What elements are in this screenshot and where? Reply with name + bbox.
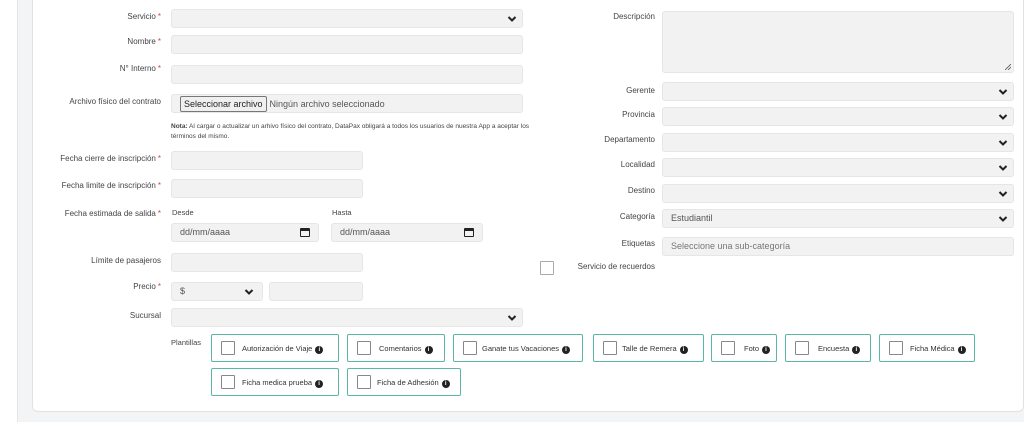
template-comentarios[interactable]: Comentarios i [347,334,445,362]
calendar-icon[interactable] [464,228,474,237]
file-status: Ningún archivo seleccionado [269,99,385,109]
template-encuesta[interactable]: Encuesta i [785,334,871,362]
departamento-select[interactable] [662,133,1014,152]
etiquetas-input[interactable]: Seleccione una sub-categoría [662,237,1014,256]
precio-label: Precio * [133,282,161,291]
categoria-label: Categoría [619,212,655,221]
limite-date-input[interactable] [171,179,363,198]
categoria-select[interactable]: Estudiantil [662,209,1014,228]
template-ficha-medica[interactable]: Ficha Médica i [879,334,975,362]
checkbox[interactable] [795,341,809,355]
desde-label: Desde [172,208,194,217]
checkbox[interactable] [889,341,903,355]
contract-note: Nota: Al cargar o actualizar un arhivo f… [171,123,530,140]
template-talle-remera[interactable]: Talle de Remera i [593,334,704,362]
hasta-label: Hasta [332,208,352,217]
departamento-label: Departamento [604,135,655,144]
archivo-label: Archivo físico del contrato [69,97,161,106]
template-foto[interactable]: Foto i [711,334,777,362]
chevron-down-icon [507,313,517,323]
checkbox[interactable] [357,375,371,389]
interno-input[interactable] [171,65,523,84]
chevron-down-icon [507,14,517,24]
provincia-label: Provincia [622,110,655,119]
chevron-down-icon [998,112,1008,122]
chevron-down-icon [998,214,1008,224]
destino-select[interactable] [662,184,1014,203]
servicio-select[interactable] [171,9,523,28]
pasajeros-input[interactable] [171,253,363,272]
etiquetas-label: Etiquetas [621,239,655,248]
checkbox[interactable] [603,341,617,355]
info-icon[interactable]: i [562,346,570,354]
template-ficha-medica-prueba[interactable]: Ficha medica prueba i [211,368,339,396]
pasajeros-label: Límite de pasajeros [91,256,161,265]
select-file-button[interactable]: Seleccionar archivo [180,96,267,112]
chevron-down-icon [998,87,1008,97]
hasta-date-input[interactable]: dd/mm/aaaa [331,223,483,242]
archivo-file-input[interactable]: Seleccionar archivo Ningún archivo selecc… [171,94,523,113]
info-icon[interactable]: i [762,346,771,354]
checkbox[interactable] [221,375,235,389]
nombre-label: Nombre * [127,37,161,46]
localidad-label: Localidad [620,160,655,169]
resize-handle-icon[interactable] [1005,64,1011,70]
info-icon[interactable]: i [315,346,324,354]
info-icon[interactable]: i [679,346,688,354]
destino-label: Destino [627,186,655,195]
descripcion-textarea[interactable] [662,11,1014,73]
info-icon[interactable]: i [315,380,324,388]
left-sidebar-edge [0,0,18,422]
nombre-input[interactable] [171,35,523,54]
precio-input[interactable] [269,282,363,301]
recuerdos-label: Servicio de recuerdos [577,262,655,271]
chevron-down-icon [244,287,254,297]
provincia-select[interactable] [662,107,1014,126]
chevron-down-icon [998,189,1008,199]
currency-select[interactable]: $ [171,282,263,301]
checkbox[interactable] [357,341,371,355]
limite-label: Fecha limite de inscripción * [61,181,161,190]
checkbox[interactable] [463,341,477,355]
template-ficha-adhesion[interactable]: Ficha de Adhesión i [347,368,461,396]
descripcion-label: Descripción [613,12,655,21]
chevron-down-icon [998,163,1008,173]
sucursal-label: Sucursal [129,311,161,320]
chevron-down-icon [998,138,1008,148]
sucursal-select[interactable] [171,308,523,327]
gerente-select[interactable] [662,82,1014,101]
info-icon[interactable]: i [957,346,966,354]
info-icon[interactable]: i [424,346,433,354]
info-icon[interactable]: i [852,346,861,354]
template-ganate[interactable]: Ganate tus Vacaciones i [453,334,583,362]
gerente-label: Gerente [626,86,655,95]
desde-date-input[interactable]: dd/mm/aaaa [171,223,319,242]
checkbox[interactable] [721,341,735,355]
template-autorizacion[interactable]: Autorización de Viaje i [211,334,339,362]
servicio-label: Servicio * [127,12,161,21]
cierre-label: Fecha cierre de inscripción * [60,154,161,163]
salida-label: Fecha estimada de salida * [64,209,161,218]
localidad-select[interactable] [662,158,1014,177]
recuerdos-checkbox[interactable] [540,261,554,275]
checkbox[interactable] [221,341,235,355]
service-form-card: Servicio * Nombre * N° Interno * Archivo fí… [32,0,1024,412]
info-icon[interactable]: i [441,380,450,388]
cierre-date-input[interactable] [171,151,363,170]
plantillas-label: Plantillas [171,338,202,347]
interno-label: N° Interno * [119,64,161,73]
calendar-icon[interactable] [300,228,310,237]
